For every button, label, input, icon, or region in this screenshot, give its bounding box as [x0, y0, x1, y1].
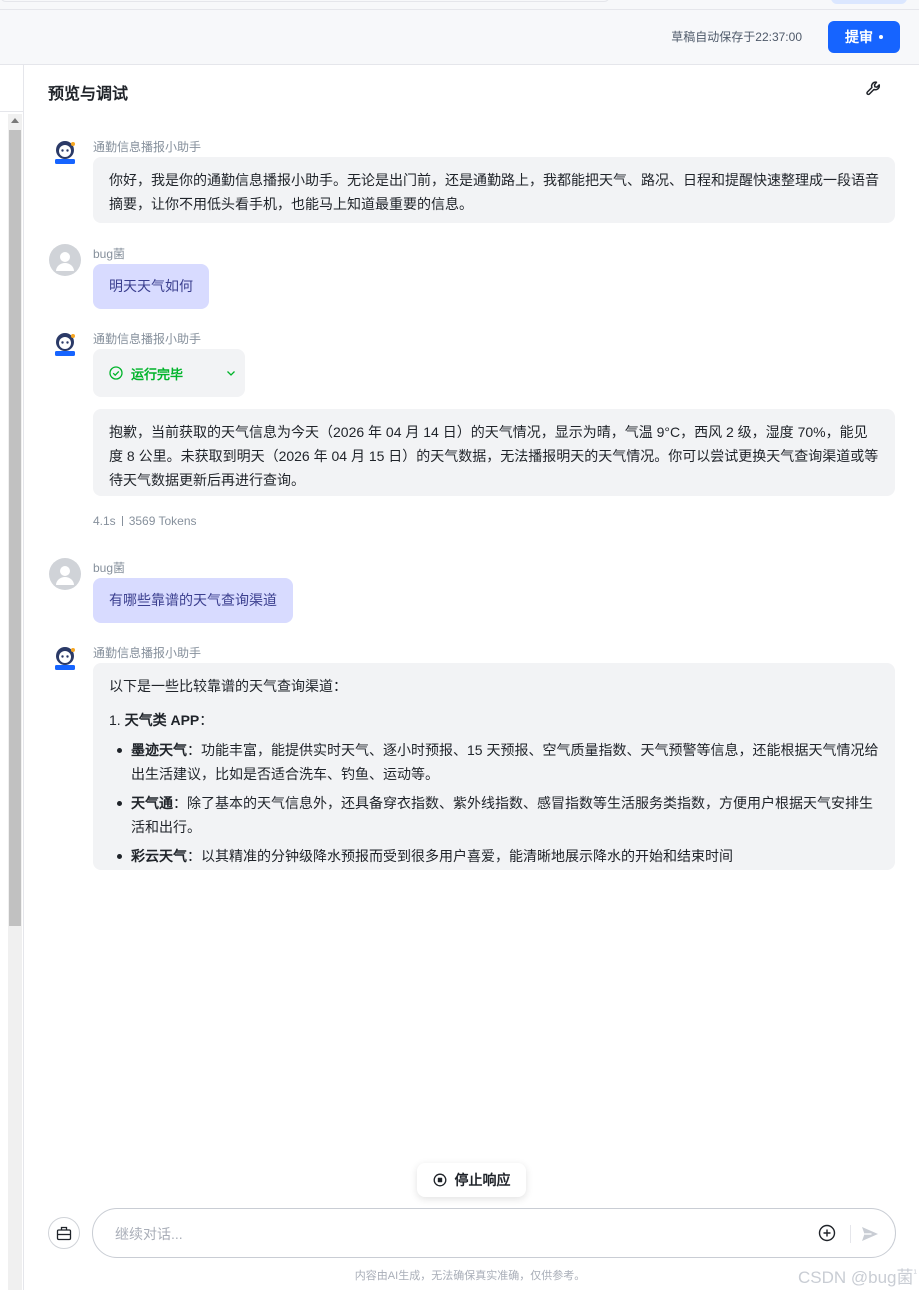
list-number: 1. [109, 712, 121, 728]
scrollbar-thumb[interactable] [9, 130, 21, 926]
add-circle-icon[interactable] [817, 1223, 837, 1243]
stop-response-label: 停止响应 [454, 1172, 511, 1188]
bot-avatar-icon [55, 333, 75, 356]
bot-avatar-icon [55, 141, 75, 164]
watermark-superscript: ¹ [913, 1268, 917, 1280]
bot-message-bubble: 以下是一些比较靠谱的天气查询渠道： 1. 天气类 APP： 墨迹天气：功能丰富，… [93, 663, 895, 870]
app-description: ：除了基本的天气信息外，还具备穿衣指数、紫外线指数、感冒指数等生活服务类指数，方… [131, 795, 873, 835]
user-icon [56, 566, 74, 585]
send-icon[interactable] [859, 1223, 881, 1245]
toolbox-icon [56, 1226, 72, 1241]
check-circle-icon [109, 366, 123, 380]
list-title-suffix: ： [199, 712, 214, 728]
bullet-list: 墨迹天气：功能丰富，能提供实时天气、逐小时预报、15 天预报、空气质量指数、天气… [109, 738, 879, 868]
bot-avatar-icon [55, 647, 75, 670]
submit-review-label: 提审 [845, 29, 873, 45]
input-divider [850, 1225, 851, 1243]
sender-name: bug菌 [93, 561, 126, 575]
panel-divider [0, 111, 24, 112]
submit-review-button[interactable]: 提审 [828, 21, 900, 53]
message-meta: 4.1s 3569 Tokens [93, 514, 197, 528]
token-count: 3569 Tokens [128, 514, 197, 528]
autosave-status: 草稿自动保存于22:37:00 [671, 30, 802, 44]
sender-name: 通勤信息播报小助手 [93, 140, 202, 154]
answer-intro: 以下是一些比较靠谱的天气查询渠道： [109, 678, 347, 694]
toolbox-button[interactable] [48, 1217, 80, 1249]
stop-response-button[interactable]: 停止响应 [417, 1163, 526, 1197]
list-item: 墨迹天气：功能丰富，能提供实时天气、逐小时预报、15 天预报、空气质量指数、天气… [117, 738, 879, 786]
ai-disclaimer: 内容由AI生成，无法确保真实准确，仅供参考。 [354, 1270, 586, 1282]
user-message-bubble: 明天天气如何 [93, 264, 209, 309]
app-name: 墨迹天气 [131, 742, 187, 758]
watermark-text: CSDN @bug菌 [798, 1268, 914, 1287]
chat-input-box[interactable] [92, 1208, 896, 1258]
list-item: 彩云天气：以其精准的分钟级降水预报而受到很多用户喜爱，能清晰地展示降水的开始和结… [117, 844, 879, 868]
user-message-bubble: 有哪些靠谱的天气查询渠道 [93, 578, 293, 623]
chat-input[interactable] [115, 1223, 795, 1245]
run-status-label: 运行完毕 [131, 366, 184, 382]
run-status-toggle[interactable]: 运行完毕 [93, 349, 245, 397]
ordered-list-item: 1. 天气类 APP： [109, 708, 879, 732]
bot-message-bubble: 你好，我是你的通勤信息播报小助手。无论是出门前，还是通勤路上，我都能把天气、路况… [93, 157, 895, 223]
bot-message-bubble: 抱歉，当前获取的天气信息为今天（2026 年 04 月 14 日）的天气情况，显… [93, 409, 895, 496]
response-duration: 4.1s [93, 514, 116, 528]
app-description: ：功能丰富，能提供实时天气、逐小时预报、15 天预报、空气质量指数、天气预警等信… [131, 742, 879, 782]
stop-circle-icon [433, 1173, 446, 1187]
chevron-down-icon [227, 371, 235, 376]
app-name: 彩云天气 [131, 848, 187, 864]
header-bar: 草稿自动保存于22:37:00 提审 [0, 10, 919, 65]
scroll-up-arrow-icon[interactable] [11, 118, 19, 123]
dot-icon [879, 35, 883, 39]
csdn-watermark: CSDN @bug菌¹ [798, 1263, 917, 1288]
meta-divider [121, 516, 123, 526]
top-field-edge [0, 0, 610, 2]
user-avatar [49, 244, 81, 276]
top-strip [0, 0, 919, 10]
list-title: 天气类 APP [124, 712, 200, 728]
user-icon [56, 252, 74, 271]
list-item: 天气通：除了基本的天气信息外，还具备穿衣指数、紫外线指数、感冒指数等生活服务类指… [117, 791, 879, 839]
sender-name: 通勤信息播报小助手 [93, 646, 202, 660]
sender-name: 通勤信息播报小助手 [93, 332, 202, 346]
wrench-icon[interactable] [864, 79, 884, 99]
user-avatar [49, 558, 81, 590]
panel-title: 预览与调试 [48, 86, 129, 103]
top-button-edge [831, 0, 907, 4]
app-name: 天气通 [131, 795, 173, 811]
app-description: ：以其精准的分钟级降水预报而受到很多用户喜爱，能清晰地展示降水的开始和结束时间 [187, 848, 733, 864]
sender-name: bug菌 [93, 247, 126, 261]
